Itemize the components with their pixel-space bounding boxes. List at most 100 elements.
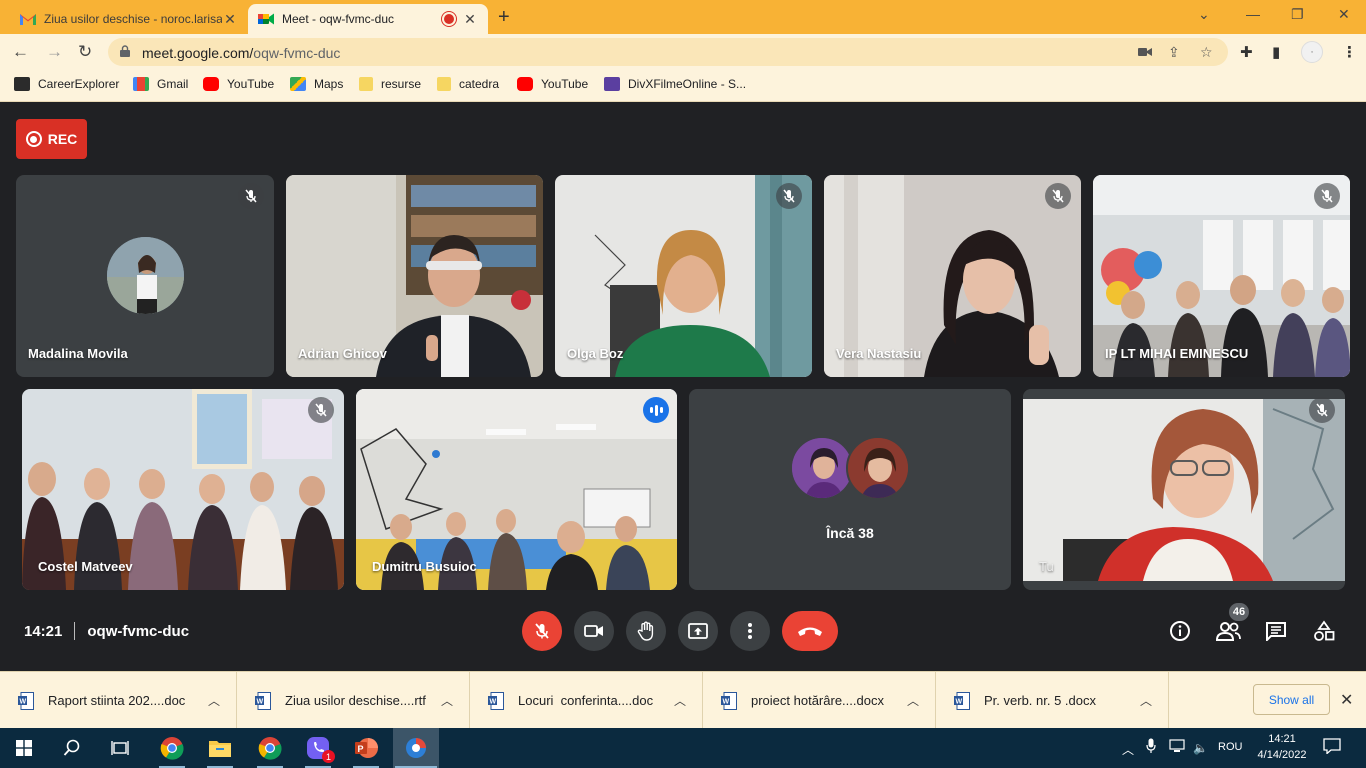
chevron-up-icon[interactable]: ︿ <box>441 692 453 709</box>
close-icon[interactable]: ✕ <box>462 11 478 28</box>
download-item[interactable]: W Ziua usilor deschise....rtf ︿ <box>237 672 470 729</box>
participant-name: Tu <box>1039 559 1054 574</box>
svg-text:W: W <box>956 698 963 705</box>
mic-off-icon <box>1045 183 1071 209</box>
chevron-up-icon[interactable]: ︿ <box>907 692 919 709</box>
more-options-button[interactable] <box>730 611 770 651</box>
participant-tile[interactable]: Costel Matveev <box>22 389 344 590</box>
participant-tile[interactable]: IP LT MIHAI EMINESCU <box>1093 175 1350 377</box>
recorder-app-icon[interactable] <box>402 734 430 762</box>
recording-badge[interactable]: REC <box>16 119 87 159</box>
bookmark-item[interactable]: Gmail <box>133 77 188 91</box>
bookmark-item[interactable]: catedra <box>437 77 499 91</box>
window-close-icon[interactable]: ✕ <box>1338 6 1350 23</box>
chrome-icon[interactable] <box>158 734 186 762</box>
bookmark-star-icon[interactable]: ☆ <box>1200 44 1213 61</box>
camera-icon[interactable] <box>1138 44 1152 60</box>
meeting-info-button[interactable] <box>1166 617 1194 645</box>
close-icon[interactable]: ✕ <box>222 11 238 28</box>
download-item[interactable]: W Raport stiinta 202....doc ︿ <box>0 672 237 729</box>
svg-text:W: W <box>20 698 27 705</box>
extensions-icon[interactable]: ✚ <box>1240 43 1253 61</box>
chrome-icon[interactable] <box>256 734 284 762</box>
show-all-downloads-button[interactable]: Show all <box>1253 684 1330 715</box>
bookmark-item[interactable]: Maps <box>290 77 343 91</box>
chevron-up-icon[interactable]: ︿ <box>1140 692 1152 709</box>
chevron-up-icon[interactable]: ︿ <box>1122 741 1134 758</box>
participant-tile[interactable]: Dumitru Busuioc <box>356 389 677 590</box>
participants-button[interactable] <box>1214 617 1242 645</box>
bookmark-item[interactable]: YouTube <box>517 77 588 91</box>
present-screen-button[interactable] <box>678 611 718 651</box>
powerpoint-icon[interactable]: P <box>352 734 380 762</box>
word-document-icon: W <box>18 691 34 710</box>
chevron-up-icon[interactable]: ︿ <box>674 692 686 709</box>
word-document-icon: W <box>954 691 970 710</box>
notifications-icon[interactable] <box>1323 738 1341 757</box>
viber-icon[interactable]: 1 <box>304 734 335 763</box>
record-icon <box>25 131 42 147</box>
back-icon[interactable]: ← <box>12 42 29 62</box>
more-participants-tile[interactable]: Încă 38 <box>689 389 1011 590</box>
svg-text:W: W <box>257 698 264 705</box>
microphone-icon[interactable] <box>1146 738 1156 757</box>
windows-taskbar <box>0 728 1366 768</box>
search-icon[interactable] <box>58 734 86 762</box>
leave-call-button[interactable] <box>782 611 838 651</box>
download-item[interactable]: W Pr. verb. nr. 5 .docx ︿ <box>936 672 1169 729</box>
bookmark-item[interactable]: YouTube <box>203 77 274 91</box>
participant-tile[interactable]: Vera Nastasiu <box>824 175 1081 377</box>
tab-gmail[interactable]: Ziua usilor deschise - noroc.larisa ✕ <box>10 4 248 34</box>
youtube-icon <box>203 77 219 91</box>
close-icon[interactable]: ✕ <box>1340 690 1353 710</box>
minimize-icon[interactable]: — <box>1246 6 1260 22</box>
youtube-icon <box>517 77 533 91</box>
reload-icon[interactable]: ↻ <box>78 42 92 62</box>
download-item[interactable]: W proiect hotărâre....docx ︿ <box>703 672 936 729</box>
bookmark-item[interactable]: resurse <box>359 77 421 91</box>
mic-off-icon <box>1314 183 1340 209</box>
participant-tile[interactable]: Adrian Ghicov <box>286 175 543 377</box>
address-bar[interactable]: meet.google.com/oqw-fvmc-duc ⇪ ☆ <box>108 38 1228 66</box>
system-clock[interactable]: 14:21 4/14/2022 <box>1250 731 1314 763</box>
mic-off-icon <box>308 397 334 423</box>
download-item[interactable]: W Locuri conferinta....doc ︿ <box>470 672 703 729</box>
careerexplorer-icon <box>14 77 30 91</box>
participant-tile[interactable]: Olga Boz <box>555 175 812 377</box>
task-view-icon[interactable] <box>106 734 134 762</box>
forward-icon[interactable]: → <box>46 42 63 62</box>
word-document-icon: W <box>721 691 737 710</box>
self-view-tile[interactable]: Tu <box>1023 389 1345 590</box>
participant-tile[interactable]: Madalina Movila <box>16 175 274 377</box>
raise-hand-button[interactable] <box>626 611 666 651</box>
meeting-details: 14:21 oqw-fvmc-duc <box>24 622 189 640</box>
windows-start-icon[interactable] <box>10 734 38 762</box>
mic-off-icon <box>1309 397 1335 423</box>
word-document-icon: W <box>488 691 504 710</box>
activities-button[interactable] <box>1310 617 1338 645</box>
url-text: meet.google.com/oqw-fvmc-duc <box>142 45 341 61</box>
chat-button[interactable] <box>1262 617 1290 645</box>
notification-badge: 1 <box>322 750 335 763</box>
camera-toggle-button[interactable] <box>574 611 614 651</box>
restore-icon[interactable]: ❐ <box>1291 6 1304 23</box>
share-icon[interactable]: ⇪ <box>1168 44 1180 61</box>
network-icon[interactable] <box>1168 739 1186 756</box>
svg-text:W: W <box>723 698 730 705</box>
bookmark-item[interactable]: DivXFilmeOnline - S... <box>604 77 746 91</box>
tab-search-icon[interactable]: ⌄ <box>1198 6 1210 23</box>
bookmark-item[interactable]: CareerExplorer <box>14 77 119 91</box>
tab-meet[interactable]: Meet - oqw-fvmc-duc ✕ <box>248 4 488 34</box>
file-explorer-icon[interactable] <box>206 734 234 762</box>
new-tab-button[interactable]: + <box>498 6 510 29</box>
side-panel-icon[interactable]: ▮ <box>1272 43 1280 61</box>
participant-name: Olga Boz <box>567 346 624 361</box>
more-vert-icon <box>748 623 752 639</box>
menu-icon[interactable]: ⋮ <box>1342 43 1357 61</box>
input-language[interactable]: ROU <box>1218 741 1242 753</box>
volume-icon[interactable]: 🔈 <box>1193 741 1208 755</box>
chevron-up-icon[interactable]: ︿ <box>208 692 220 709</box>
mic-toggle-button[interactable] <box>522 611 562 651</box>
tab-strip: Ziua usilor deschise - noroc.larisa ✕ Me… <box>0 0 1366 34</box>
profile-avatar[interactable]: ◦ <box>1301 41 1323 63</box>
